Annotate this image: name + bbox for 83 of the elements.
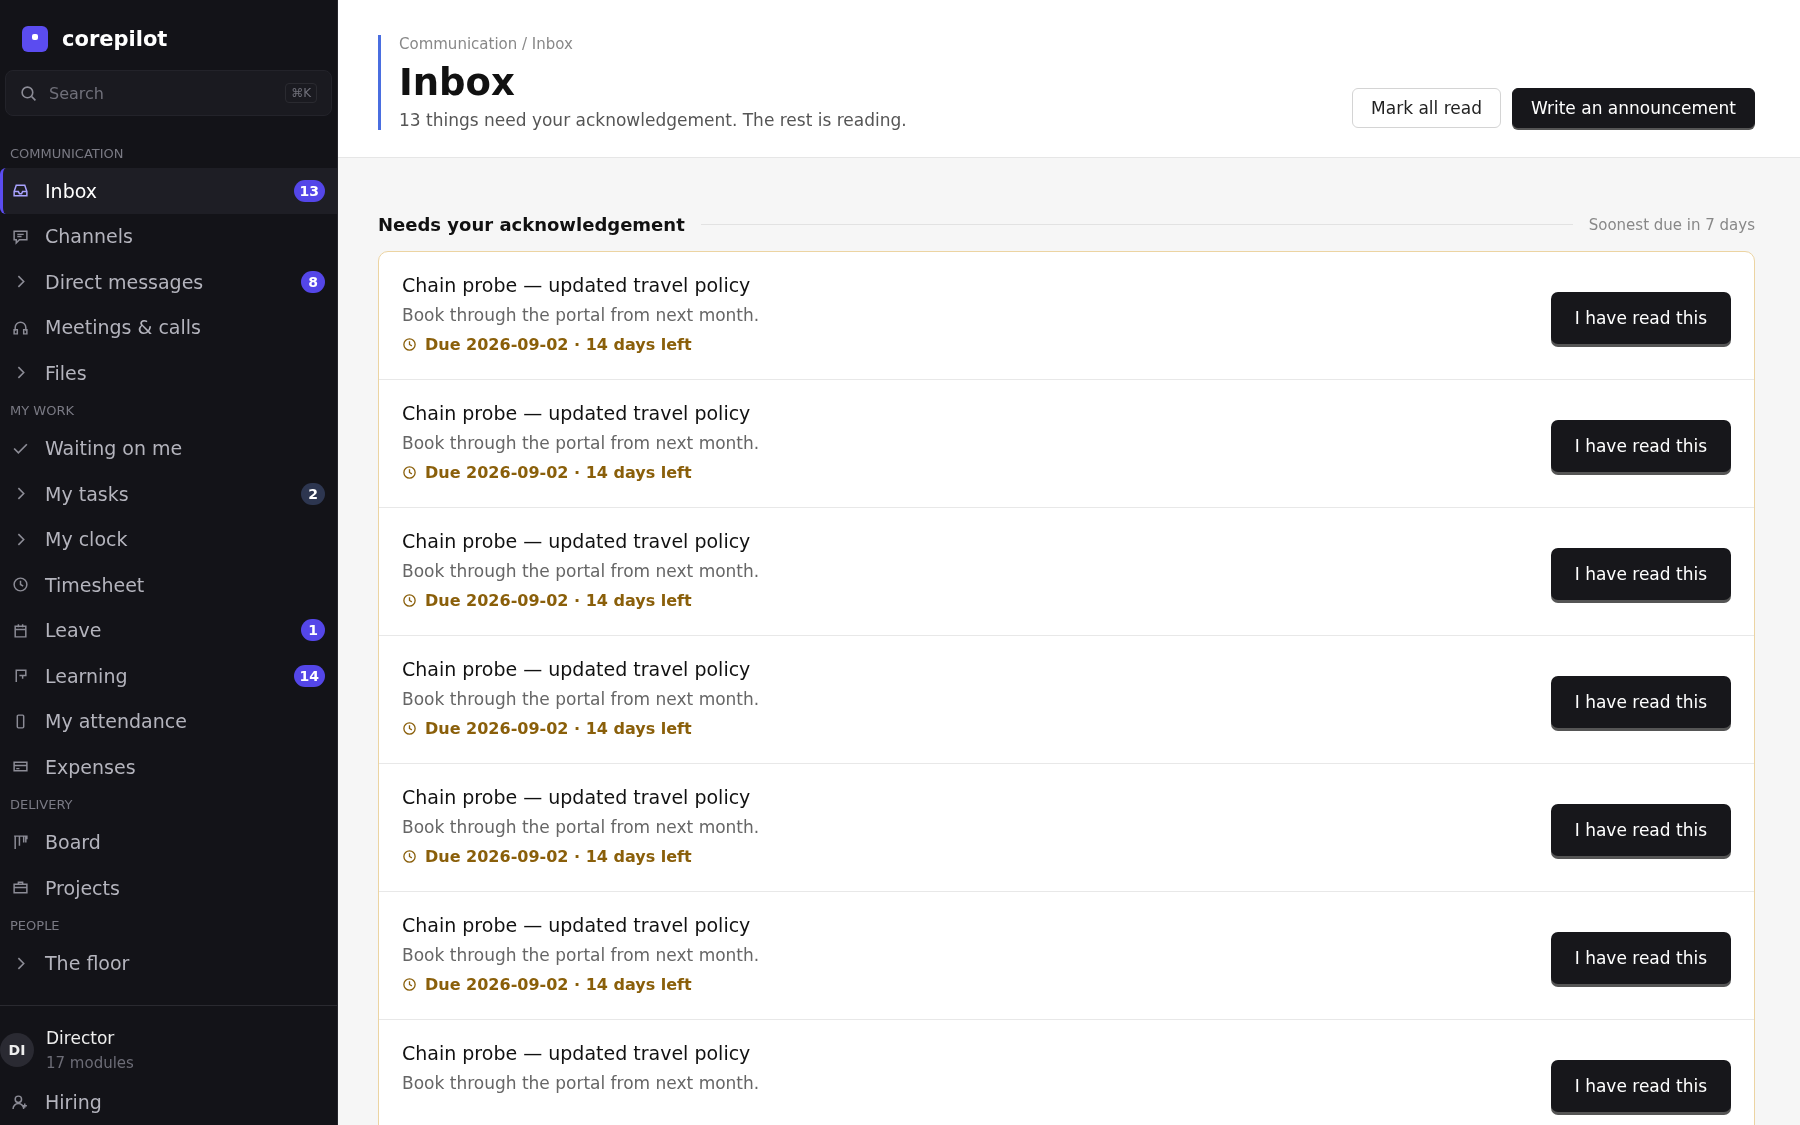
count-badge: 13 xyxy=(293,179,325,202)
clock-icon xyxy=(402,721,417,736)
count-badge: 14 xyxy=(293,664,325,687)
item-body: Book through the portal from next month. xyxy=(402,433,761,453)
nav-item[interactable]: My attendance xyxy=(0,698,337,744)
chat-icon xyxy=(12,227,29,245)
clock-icon xyxy=(402,465,417,480)
item-title: Chain probe — updated travel policy xyxy=(402,1042,752,1064)
user-plus-icon xyxy=(12,1093,29,1111)
search-input[interactable]: Search xyxy=(47,82,276,104)
acknowledge-button[interactable]: I have read this xyxy=(1550,932,1731,984)
due-date: Due 2026-09-02 · 14 days left xyxy=(425,975,692,994)
tray-icon xyxy=(12,182,29,200)
breadcrumb: Communication / Inbox xyxy=(399,35,574,53)
due-date: Due 2026-09-02 · 14 days left xyxy=(425,591,692,610)
item-body: Book through the portal from next month. xyxy=(402,1073,761,1093)
mark-read-button[interactable]: Mark all read xyxy=(1352,88,1501,128)
due-date: Due 2026-09-02 · 14 days left xyxy=(425,719,692,738)
nav-item[interactable]: Timesheet xyxy=(0,562,337,608)
nav-item[interactable]: Board xyxy=(0,819,337,865)
nav-item[interactable]: Meetings & calls xyxy=(0,304,337,350)
due-date: Due 2026-09-02 · 14 days left xyxy=(425,463,692,482)
board-icon xyxy=(12,833,29,851)
section-note: Soonest due in 7 days xyxy=(1588,215,1755,234)
item-title: Chain probe — updated travel policy xyxy=(402,914,752,936)
clock-icon xyxy=(402,977,417,992)
item-body: Book through the portal from next month. xyxy=(402,817,761,837)
acknowledge-button[interactable]: I have read this xyxy=(1550,804,1731,856)
clock-icon xyxy=(12,576,29,594)
item-body: Book through the portal from next month. xyxy=(402,305,761,325)
nav-item[interactable]: Learning 14 xyxy=(0,653,337,699)
item-body: Book through the portal from next month. xyxy=(402,945,761,965)
nav-item[interactable]: Waiting on me xyxy=(0,425,337,471)
clock-icon xyxy=(402,593,417,608)
section-label: PEOPLE xyxy=(9,917,61,935)
logo-icon xyxy=(22,26,48,52)
shortcut-hint: ⌘K xyxy=(285,83,317,103)
nav-item[interactable]: Direct messages 8 xyxy=(0,259,337,305)
section-label: COMMUNICATION xyxy=(9,144,125,163)
due-date: Due 2026-09-02 · 14 days left xyxy=(425,847,692,866)
calendar-icon xyxy=(12,621,29,639)
item-title: Chain probe — updated travel policy xyxy=(402,402,752,424)
acknowledge-button[interactable]: I have read this xyxy=(1550,548,1731,600)
nav-item[interactable]: Projects xyxy=(0,865,337,911)
page-title: Inbox xyxy=(399,61,516,104)
item-title: Chain probe — updated travel policy xyxy=(402,658,752,680)
nav-item[interactable]: Files xyxy=(0,350,337,396)
item-body: Book through the portal from next month. xyxy=(402,689,761,709)
count-badge: 8 xyxy=(301,270,325,293)
item-body: Book through the portal from next month. xyxy=(402,561,761,581)
nav-item[interactable]: Channels xyxy=(0,213,337,259)
nav-item[interactable]: Hiring xyxy=(0,1079,337,1125)
page-subtitle: 13 things need your acknowledgement. The rest is reading. xyxy=(399,110,908,130)
user-name: Director xyxy=(46,1027,116,1048)
count-badge: 1 xyxy=(301,619,325,642)
item-title: Chain probe — updated travel policy xyxy=(402,274,752,296)
section-title: Needs your acknowledgement xyxy=(378,214,685,235)
announce-button[interactable]: Write an announcement xyxy=(1511,88,1755,128)
nav-item[interactable]: The floor xyxy=(0,940,337,986)
section-label: MY WORK xyxy=(9,402,75,420)
nav-item[interactable]: Expenses xyxy=(0,744,337,790)
search-icon xyxy=(20,84,37,102)
nav-item[interactable]: Inbox 13 xyxy=(0,168,337,214)
acknowledge-button[interactable]: I have read this xyxy=(1550,292,1731,344)
acknowledge-button[interactable]: I have read this xyxy=(1550,676,1731,728)
nav-item[interactable]: My clock xyxy=(0,516,337,562)
count-badge: 2 xyxy=(301,482,325,505)
nav-item[interactable]: Leave 1 xyxy=(0,607,337,653)
clock-icon xyxy=(402,337,417,352)
clock-icon xyxy=(402,849,417,864)
item-title: Chain probe — updated travel policy xyxy=(402,786,752,808)
acknowledge-button[interactable]: I have read this xyxy=(1550,420,1731,472)
nav-item[interactable]: My tasks 2 xyxy=(0,471,337,517)
briefcase-icon xyxy=(12,879,29,897)
section-label: DELIVERY xyxy=(9,796,74,814)
avatar[interactable]: DI xyxy=(0,1032,34,1067)
due-date: Due 2026-09-02 · 14 days left xyxy=(425,335,692,354)
acknowledge-button[interactable]: I have read this xyxy=(1550,1060,1731,1112)
search-field[interactable]: Search ⌘K xyxy=(5,70,332,116)
headset-icon xyxy=(12,318,29,336)
item-title: Chain probe — updated travel policy xyxy=(402,530,752,552)
user-detail: 17 modules xyxy=(46,1053,134,1072)
brand-name: corepilot xyxy=(62,27,168,51)
